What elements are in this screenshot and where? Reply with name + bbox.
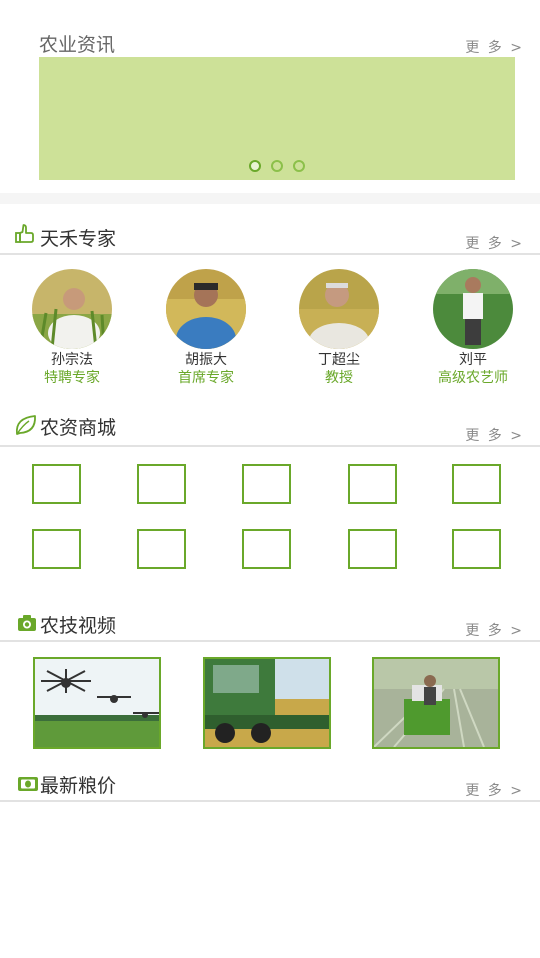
expert-avatar <box>299 269 379 349</box>
expert-card[interactable]: 孙宗法 特聘专家 <box>17 269 127 387</box>
videos-title: 农技视频 <box>40 615 117 637</box>
experts-rule <box>0 253 540 255</box>
expert-name: 丁超尘 <box>318 352 360 368</box>
product-slot[interactable] <box>137 529 186 569</box>
expert-title: 教授 <box>325 370 353 386</box>
expert-title: 特聘专家 <box>44 370 100 386</box>
product-slot[interactable] <box>452 529 501 569</box>
prices-rule <box>0 800 540 802</box>
product-slot[interactable] <box>348 529 397 569</box>
expert-avatar <box>166 269 246 349</box>
mall-title: 农资商城 <box>40 417 117 439</box>
expert-title: 高级农艺师 <box>438 370 508 386</box>
expert-name: 刘平 <box>459 352 487 368</box>
expert-card[interactable]: 胡振大 首席专家 <box>151 269 261 387</box>
expert-card[interactable]: 刘平 高级农艺师 <box>418 269 528 387</box>
product-slot[interactable] <box>242 464 291 504</box>
news-more-link[interactable]: 更 多 > <box>465 37 524 57</box>
product-slot[interactable] <box>242 529 291 569</box>
section-divider <box>0 193 540 204</box>
mall-rule <box>0 445 540 447</box>
carousel-dot-1[interactable] <box>249 160 261 172</box>
expert-name: 孙宗法 <box>51 352 93 368</box>
videos-more-link[interactable]: 更 多 > <box>465 620 524 640</box>
money-icon <box>18 776 38 795</box>
product-slot[interactable] <box>137 464 186 504</box>
experts-title: 天禾专家 <box>40 228 117 250</box>
thumb-icon <box>14 223 36 249</box>
mall-more-link[interactable]: 更 多 > <box>465 425 524 445</box>
expert-name: 胡振大 <box>185 352 227 368</box>
video-thumbnail-drones[interactable] <box>33 657 161 749</box>
video-thumbnail-harvester[interactable] <box>203 657 331 749</box>
product-slot[interactable] <box>452 464 501 504</box>
expert-avatar <box>32 269 112 349</box>
carousel-dot-2[interactable] <box>271 160 283 172</box>
product-slot[interactable] <box>32 529 81 569</box>
expert-card[interactable]: 丁超尘 教授 <box>284 269 394 387</box>
camera-icon <box>17 614 37 636</box>
videos-rule <box>0 640 540 642</box>
prices-more-link[interactable]: 更 多 > <box>465 780 524 800</box>
prices-title: 最新粮价 <box>40 775 117 797</box>
expert-avatar <box>433 269 513 349</box>
expert-title: 首席专家 <box>178 370 234 386</box>
news-title: 农业资讯 <box>39 34 116 56</box>
leaf-icon <box>14 414 38 440</box>
video-thumbnail-transplanter[interactable] <box>372 657 500 749</box>
product-slot[interactable] <box>348 464 397 504</box>
carousel-dot-3[interactable] <box>293 160 305 172</box>
experts-more-link[interactable]: 更 多 > <box>465 233 524 253</box>
product-slot[interactable] <box>32 464 81 504</box>
